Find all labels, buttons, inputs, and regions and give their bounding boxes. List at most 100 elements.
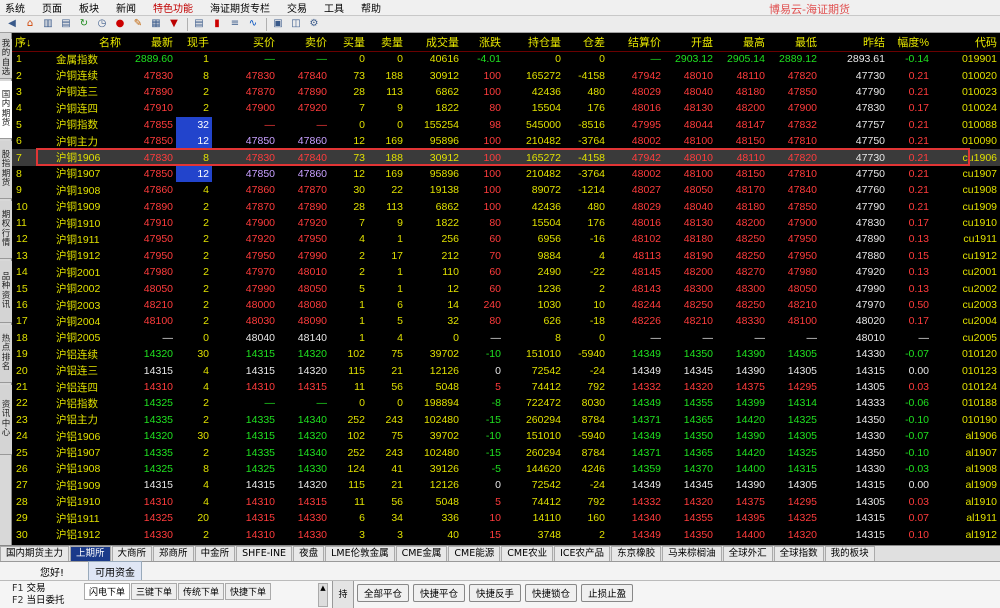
record-icon[interactable]: ● — [112, 17, 128, 31]
market-tab-15[interactable]: 全球指数 — [773, 546, 824, 561]
available-funds-tab[interactable]: 可用资金 — [88, 560, 142, 582]
quote-row[interactable]: 10 沪铜1909 47890 2 47870 47890 28 113 6862 100 4243… — [12, 199, 1000, 215]
list-icon[interactable]: ≡ — [227, 17, 243, 31]
col-header-10[interactable]: 持仓量 — [504, 33, 564, 52]
menu-item-8[interactable]: 帮助 — [356, 0, 393, 15]
refresh-icon[interactable]: ↻ — [76, 17, 92, 31]
quote-row[interactable]: 22 沪铝指数 14325 2 — — 0 0 198894 -8 722472 8030 14349 1… — [12, 395, 1000, 411]
action-button-2[interactable]: 快捷反手 — [469, 584, 522, 602]
market-tab-13[interactable]: 马来棕榈油 — [662, 546, 722, 561]
col-header-14[interactable]: 最高 — [716, 33, 768, 52]
col-header-18[interactable]: 代码 — [932, 33, 1000, 52]
left-tab-4[interactable]: 品种资讯 — [0, 261, 12, 323]
left-tab-3[interactable]: 期权行情 — [0, 201, 12, 259]
quote-row[interactable]: 6 沪铜主力 47850 12 47850 47860 12 169 95896 100 21048… — [12, 132, 1000, 150]
col-header-4[interactable]: 买价 — [212, 33, 278, 52]
market-tab-10[interactable]: CME农业 — [501, 546, 554, 561]
menu-item-7[interactable]: 工具 — [319, 0, 356, 15]
quote-row[interactable]: 27 沪铝1909 14315 4 14315 14320 115 21 12126 0 72542… — [12, 477, 1000, 493]
menu-item-1[interactable]: 页面 — [37, 0, 74, 15]
col-header-1[interactable]: 名称 — [54, 33, 124, 52]
market-tab-8[interactable]: CME金属 — [395, 546, 448, 561]
market-tab-7[interactable]: LME伦敦金属 — [325, 546, 395, 561]
menu-item-2[interactable]: 板块 — [74, 0, 111, 15]
quote-row[interactable]: 5 沪铜指数 47855 32 — — 0 0 155254 98 545000 -8516 47995… — [12, 116, 1000, 133]
pen-icon[interactable]: ✎ — [130, 17, 146, 31]
back-icon[interactable]: ◀ — [4, 17, 20, 31]
market-tab-6[interactable]: 夜盘 — [293, 546, 325, 561]
left-tab-0[interactable]: 我的自选 — [0, 39, 12, 79]
action-button-4[interactable]: 止损止盈 — [581, 584, 634, 602]
order-tab-2[interactable]: 传统下单 — [178, 583, 225, 600]
quote-row[interactable]: 14 沪铜2001 47980 2 47970 48010 2 1 110 60 2490 -22 48… — [12, 264, 1000, 280]
quote-row[interactable]: 28 沪铝1910 14310 4 14310 14315 11 56 5048 5 74412 79… — [12, 494, 1000, 510]
left-tab-6[interactable]: 资讯中心 — [0, 385, 12, 455]
quote-row[interactable]: 15 沪铜2002 48050 2 47990 48050 5 1 12 60 1236 2 48143… — [12, 280, 1000, 296]
menu-item-3[interactable]: 新闻 — [111, 0, 148, 15]
market-tab-12[interactable]: 东京橡胶 — [611, 546, 662, 561]
quote-icon[interactable]: ▤ — [58, 17, 74, 31]
clock-icon[interactable]: ◷ — [94, 17, 110, 31]
quote-row[interactable]: 11 沪铜1910 47910 2 47900 47920 7 9 1822 80 15504 176… — [12, 215, 1000, 231]
market-tab-9[interactable]: CME能源 — [448, 546, 501, 561]
left-tab-1[interactable]: 国内期货 — [0, 81, 12, 139]
settings-icon[interactable]: ⚙ — [306, 17, 322, 31]
col-header-8[interactable]: 成交量 — [406, 33, 462, 52]
quote-row[interactable]: 30 沪铝1912 14330 2 14310 14330 3 3 40 15 3748 2 14349… — [12, 526, 1000, 542]
left-tab-2[interactable]: 股指期货 — [0, 141, 12, 199]
market-tab-3[interactable]: 郑商所 — [153, 546, 194, 561]
col-header-7[interactable]: 卖量 — [368, 33, 406, 52]
quote-row[interactable]: 2 沪铜连续 47830 8 47830 47840 73 188 30912 100 165272… — [12, 67, 1000, 83]
order-tab-0[interactable]: 闪电下单 — [84, 583, 131, 600]
quote-row[interactable]: 20 沪铝连三 14315 4 14315 14320 115 21 12126 0 72542 -2… — [12, 362, 1000, 378]
report-icon[interactable]: ▣ — [270, 17, 286, 31]
quote-row[interactable]: 16 沪铜2003 48210 2 48000 48080 1 6 14 240 1030 10 482… — [12, 297, 1000, 313]
market-tab-4[interactable]: 中金所 — [194, 546, 236, 561]
trade-menu-item[interactable]: F1 交易 — [12, 583, 84, 595]
col-header-6[interactable]: 买量 — [330, 33, 368, 52]
col-header-13[interactable]: 开盘 — [664, 33, 716, 52]
market-tab-14[interactable]: 全球外汇 — [722, 546, 773, 561]
action-button-0[interactable]: 全部平仓 — [357, 584, 410, 602]
quote-row[interactable]: 29 沪铝1911 14325 20 14315 14330 6 34 336 10 14110 16… — [12, 510, 1000, 526]
col-header-12[interactable]: 结算价 — [608, 33, 664, 52]
chart-icon[interactable]: ▥ — [40, 17, 56, 31]
quote-row[interactable]: 12 沪铜1911 47950 2 47920 47950 4 1 256 60 6956 -16 48… — [12, 231, 1000, 247]
quote-row[interactable]: 18 沪铜2005 — 0 48040 48140 1 4 0 — 8 0 — — — — 48010 — cu20… — [12, 330, 1000, 346]
order-tab-3[interactable]: 快捷下单 — [225, 583, 272, 600]
col-header-11[interactable]: 仓差 — [564, 33, 608, 52]
col-header-5[interactable]: 卖价 — [278, 33, 330, 52]
market-tab-0[interactable]: 国内期货主力 — [0, 546, 70, 561]
market-tab-2[interactable]: 大商所 — [111, 546, 153, 561]
left-tab-5[interactable]: 热点排名 — [0, 325, 12, 383]
col-header-17[interactable]: 幅度% — [888, 33, 932, 52]
order-tab-1[interactable]: 三键下单 — [131, 583, 178, 600]
quote-row[interactable]: 17 沪铜2004 48100 2 48030 48090 1 5 32 80 626 -18 4822… — [12, 313, 1000, 329]
menu-item-5[interactable]: 海证期货专栏 — [205, 0, 282, 15]
quote-row[interactable]: 4 沪铜连四 47910 2 47900 47920 7 9 1822 80 15504 176 480… — [12, 100, 1000, 116]
quote-row[interactable]: 23 沪铝主力 14335 2 14335 14340 252 243 102480 -15 260… — [12, 412, 1000, 428]
market-tab-1[interactable]: 上期所 — [70, 546, 111, 561]
table-icon[interactable]: ▤ — [191, 17, 207, 31]
trade-menu-item[interactable]: F2 当日委托 — [12, 595, 84, 607]
market-tab-16[interactable]: 我的板块 — [824, 546, 875, 561]
menu-item-0[interactable]: 系统 — [0, 0, 37, 15]
scroll-up-icon[interactable]: ▲ — [318, 583, 328, 607]
quote-row[interactable]: 9 沪铜1908 47860 4 47860 47870 30 22 19138 100 89072… — [12, 182, 1000, 198]
quote-row[interactable]: 3 沪铜连三 47890 2 47870 47890 28 113 6862 100 42436 48… — [12, 84, 1000, 100]
filter-icon[interactable]: ▼ — [166, 17, 182, 31]
menu-item-4[interactable]: 特色功能 — [148, 0, 205, 15]
quote-row[interactable]: 25 沪铝1907 14335 2 14335 14340 252 243 102480 -15 2… — [12, 444, 1000, 460]
timeshare-icon[interactable]: ∿ — [245, 17, 261, 31]
col-header-9[interactable]: 涨跌 — [462, 33, 504, 52]
action-button-3[interactable]: 快捷锁仓 — [525, 584, 578, 602]
quote-row[interactable]: 24 沪铝1906 14320 30 14315 14320 102 75 39702 -10 15… — [12, 428, 1000, 444]
quote-row[interactable]: 1 金属指数 2889.60 1 — — 0 0 40616 -4.01 0 0 — 2903.12 290… — [12, 51, 1000, 67]
layout-icon[interactable]: ◫ — [288, 17, 304, 31]
quote-row[interactable]: 13 沪铜1912 47950 2 47950 47990 2 17 212 70 9884 4 481… — [12, 248, 1000, 264]
quote-row[interactable]: 8 沪铜1907 47850 12 47850 47860 12 169 95896 100 210… — [12, 165, 1000, 183]
menu-item-6[interactable]: 交易 — [282, 0, 319, 15]
market-tab-11[interactable]: ICE农产品 — [554, 546, 611, 561]
home-icon[interactable]: ⌂ — [22, 17, 38, 31]
quote-row[interactable]: 7 沪铜1906 47830 8 47830 47840 73 188 30912 100 1652… — [12, 149, 1000, 166]
